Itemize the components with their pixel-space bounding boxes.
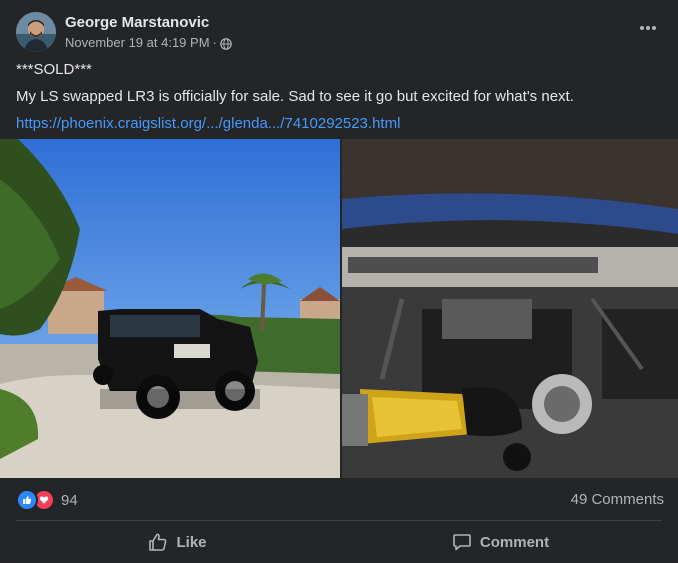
action-divider [16, 520, 662, 521]
photo-grid [0, 139, 678, 478]
post-card: George Marstanovic November 19 at 4:19 P… [0, 0, 678, 563]
thumbs-up-icon [149, 533, 167, 551]
post-header: George Marstanovic November 19 at 4:19 P… [16, 12, 232, 52]
post-text: ***SOLD*** My LS swapped LR3 is official… [16, 60, 656, 141]
like-label: Like [176, 533, 207, 551]
more-options-icon[interactable] [638, 18, 658, 38]
reaction-summary[interactable]: 94 [16, 489, 78, 511]
like-button[interactable]: Like [16, 524, 339, 560]
post-body: My LS swapped LR3 is officially for sale… [16, 88, 574, 105]
craigslist-link[interactable]: https://phoenix.craigslist.org/.../glend… [16, 115, 400, 132]
comments-count[interactable]: 49 Comments [571, 491, 664, 508]
post-subline: November 19 at 4:19 PM · [65, 34, 232, 52]
separator-dot: · [212, 34, 217, 50]
photo-lr3-driveway[interactable] [0, 139, 340, 478]
author-avatar[interactable] [16, 12, 56, 52]
action-bar: Like Comment [16, 524, 662, 560]
comment-label: Comment [479, 533, 550, 551]
photo-engine-bay[interactable] [342, 139, 678, 478]
comment-bubble-icon [453, 534, 471, 551]
author-name[interactable]: George Marstanovic [65, 13, 232, 32]
post-timestamp[interactable]: November 19 at 4:19 PM [65, 34, 210, 52]
post-status: ***SOLD*** [16, 61, 92, 78]
like-icon [16, 489, 38, 511]
reaction-count: 94 [61, 491, 78, 509]
comment-button[interactable]: Comment [339, 524, 662, 560]
globe-icon[interactable] [220, 37, 232, 50]
